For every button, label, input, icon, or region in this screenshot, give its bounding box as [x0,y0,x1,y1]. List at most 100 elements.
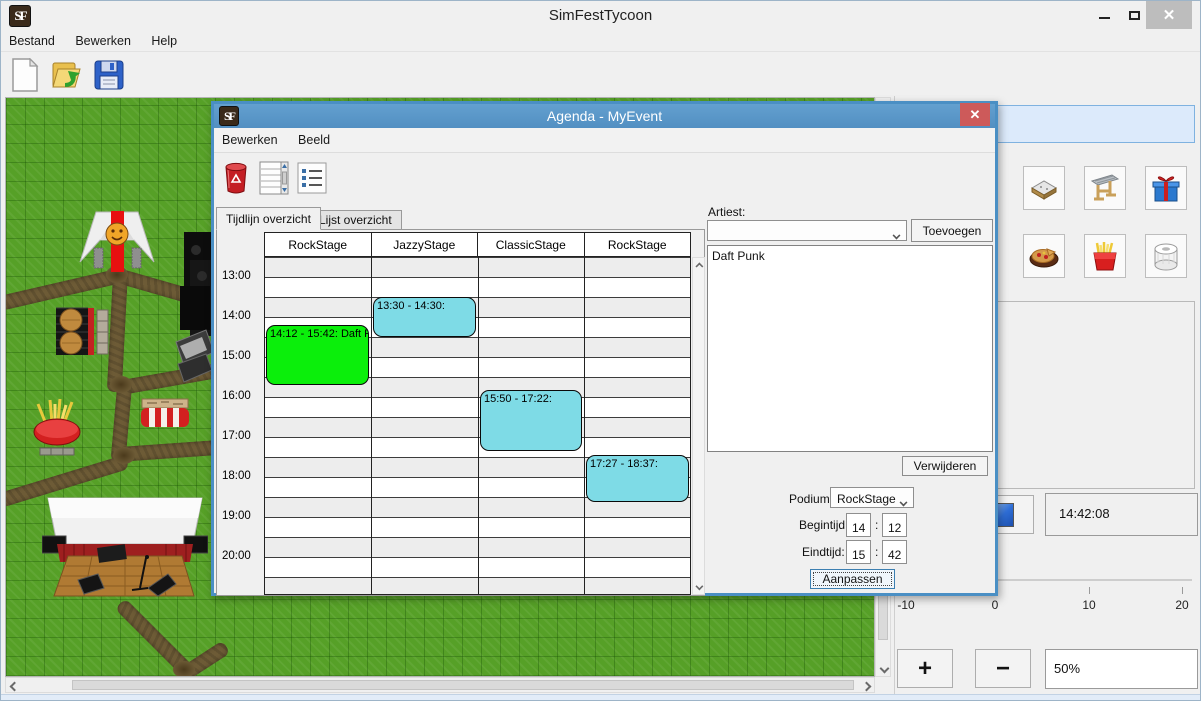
item-button-stage-frame[interactable] [1084,166,1126,210]
item-button-toilet-paper[interactable] [1145,234,1187,278]
main-menubar: Bestand Bewerken Help [1,31,1200,52]
scrollbar-thumb[interactable] [72,680,854,690]
open-file-button[interactable] [49,56,85,93]
begin-minute-field[interactable] [882,513,907,537]
end-hour-field[interactable] [846,540,871,564]
ruler-label: -10 [897,598,914,612]
tab-lijst-overzicht[interactable]: Lijst overzicht [309,210,402,230]
map-horizontal-scrollbar[interactable] [5,677,875,693]
maximize-button[interactable] [1119,1,1149,29]
time-label: 17:00 [222,430,251,442]
minimize-icon [1099,17,1110,19]
toilet-paper-icon [1152,241,1180,271]
remove-button[interactable]: Verwijderen [902,456,988,476]
timeline-panel: 13:00 14:00 15:00 16:00 17:00 18:00 19:0… [216,229,705,596]
new-file-button[interactable] [7,56,43,93]
striped-stand[interactable] [139,398,191,432]
pizza-icon [1029,243,1059,269]
item-button-gift[interactable] [1145,166,1187,210]
apply-button[interactable]: Aanpassen [810,569,895,589]
end-minute-field[interactable] [882,540,907,564]
ruler-tick [1089,587,1090,594]
scroll-right-arrow[interactable] [858,678,874,694]
scroll-up-arrow[interactable] [693,260,706,273]
event-block[interactable]: 15:50 - 17:22: [480,390,582,451]
minimize-button[interactable] [1089,1,1119,29]
dialog-menubar: Bewerken Beeld [214,128,995,153]
save-file-icon [94,60,124,90]
fries-icon [1092,241,1118,271]
game-clock: 14:42:08 [1045,493,1198,536]
stage-frame-icon [1090,173,1120,203]
path-junction [110,376,132,393]
add-artist-button[interactable]: Toevoegen [911,219,993,242]
main-window: SF SimFestTycoon ✕ Bestand Bewerken Help [0,0,1201,701]
artist-combobox[interactable] [707,220,907,241]
podium-combobox[interactable]: RockStage [830,487,914,508]
close-icon: ✕ [1163,6,1176,24]
timeline-view-icon [259,160,289,196]
scroll-down-arrow[interactable] [693,580,706,593]
item-button-fries[interactable] [1084,234,1126,278]
item-button-pizza[interactable] [1023,234,1065,278]
scroll-down-arrow[interactable] [876,660,892,676]
event-block[interactable]: 13:30 - 14:30: [373,297,476,337]
schedule-header: RockStage JazzyStage ClassicStage RockSt… [264,232,691,257]
list-view-button[interactable] [294,158,330,198]
item-button-road[interactable] [1023,166,1065,210]
chevron-right-icon [861,681,871,691]
begin-hour-field[interactable] [846,513,871,537]
stage-column-header: RockStage [585,233,691,256]
delete-event-button[interactable] [218,158,254,198]
main-stage[interactable] [42,496,208,612]
save-file-button[interactable] [91,56,127,93]
agenda-dialog: SF Agenda - MyEvent ✕ Bewerken Beeld [211,101,998,596]
podium-combobox-value: RockStage [831,488,902,510]
event-block-selected[interactable]: 14:12 - 15:42: Daft Punk [266,325,369,385]
burger-stand[interactable] [54,306,110,358]
time-colon: : [875,545,878,559]
ruler-label: 10 [1082,598,1095,612]
schedule-scrollbar[interactable] [692,257,705,595]
artist-label: Artiest: [708,205,745,219]
scroll-left-arrow[interactable] [6,678,22,694]
menu-help[interactable]: Help [143,31,185,51]
stage-column-header: RockStage [265,233,372,256]
artist-combobox-value [708,224,720,232]
dialog-title: Agenda - MyEvent [214,108,995,124]
zoom-out-button[interactable]: − [975,649,1031,688]
chevron-down-icon [695,582,703,590]
ruler-label: 20 [1175,598,1188,612]
gift-icon [1151,173,1181,203]
chevron-up-icon [695,262,703,270]
main-toolbar [1,53,1200,96]
grid-column-line [584,257,585,594]
chevron-left-icon [9,681,19,691]
event-block[interactable]: 17:27 - 18:37: [586,455,689,502]
artist-list-item[interactable]: Daft Punk [712,249,988,263]
close-button[interactable]: ✕ [1146,1,1192,29]
path-junction [113,447,135,464]
timeline-view-button[interactable] [256,158,292,198]
chevron-down-icon [893,232,901,240]
menu-bestand[interactable]: Bestand [1,31,63,51]
zoom-level-field[interactable]: 50% [1045,649,1198,689]
artist-list[interactable]: Daft Punk [707,245,993,452]
dialog-titlebar[interactable]: SF Agenda - MyEvent ✕ [214,104,995,128]
tab-tijdlijn-overzicht[interactable]: Tijdlijn overzicht [216,207,321,230]
podium-label: Podium: [789,492,833,506]
dialog-menu-beeld[interactable]: Beeld [290,128,338,152]
dirt-path [5,269,120,311]
time-label: 14:00 [222,310,251,322]
new-file-icon [11,58,39,92]
status-strip [1,694,1201,701]
tent[interactable] [76,204,158,274]
menu-bewerken[interactable]: Bewerken [67,31,139,51]
dialog-close-button[interactable]: ✕ [960,103,990,126]
chevron-down-icon [900,499,908,507]
fries-stand[interactable] [30,396,86,458]
dialog-menu-bewerken[interactable]: Bewerken [214,128,286,152]
time-label: 15:00 [222,350,251,362]
zoom-in-button[interactable]: + [897,649,953,688]
schedule-grid[interactable]: 13:30 - 14:30: 14:12 - 15:42: Daft Punk … [264,257,691,595]
